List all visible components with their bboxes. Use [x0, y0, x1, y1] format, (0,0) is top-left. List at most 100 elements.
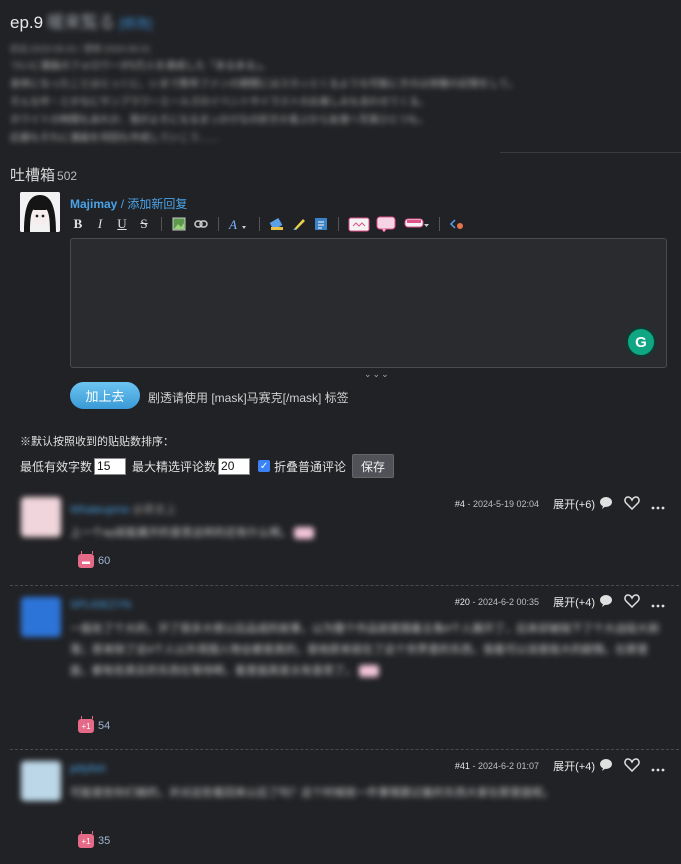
fold-checkbox[interactable]: ✓: [258, 460, 271, 472]
toolbar-separator: [218, 217, 219, 231]
episode-title: ep.9 暖来覧る [修改]: [10, 8, 152, 33]
resize-handle[interactable]: ⌄⌄⌄: [364, 369, 390, 380]
min-chars-label: 最低有效字数: [20, 459, 93, 474]
divider: [500, 152, 681, 153]
more-icon[interactable]: [651, 497, 665, 515]
comment-textarea[interactable]: G: [70, 238, 667, 368]
mask-icon[interactable]: [269, 215, 285, 233]
tv-emoji-icon: ▬: [78, 554, 94, 568]
reply-icon[interactable]: [599, 594, 613, 613]
reply-icon[interactable]: [599, 758, 613, 777]
expand-replies-button[interactable]: 展开(+4): [553, 758, 595, 774]
episode-line: ホワイトの時間もあれか、我がよそになるまっかけなの好きか喜ぶから友達へ写真ひとつ…: [10, 115, 429, 126]
sort-settings: 最低有效字数 最大精选评论数 ✓ 折叠普通评论 保存: [20, 454, 395, 478]
my-avatar[interactable]: [20, 192, 60, 232]
comment-date: 2024-5-19 02:04: [472, 499, 539, 509]
comments-title: 吐槽箱: [10, 167, 56, 184]
comment-actions: [599, 758, 665, 777]
comment-item: SPLIDEZYN #20 - 2024-6-2 00:35 展开(+4) 一般…: [10, 585, 679, 747]
editor-toolbar: B I U S A: [70, 214, 465, 234]
comment-meta: #41 - 2024-6-2 01:07: [454, 761, 539, 771]
comment-avatar[interactable]: [21, 761, 61, 801]
emoji-more-icon[interactable]: [404, 215, 430, 233]
username-link[interactable]: Majimay: [70, 197, 117, 211]
underline-button[interactable]: U: [114, 215, 130, 233]
comment-username[interactable]: SPLIDEZYN: [70, 599, 131, 611]
comment-actions: [599, 496, 665, 515]
link-icon[interactable]: [193, 215, 209, 233]
save-settings-button[interactable]: 保存: [352, 454, 395, 478]
max-featured-label: 最大精选评论数: [132, 459, 217, 474]
comment-avatar[interactable]: [21, 497, 61, 537]
comment-floor[interactable]: #20: [455, 597, 470, 607]
heart-icon[interactable]: [624, 594, 640, 613]
comment-date: 2024-6-2 01:07: [477, 761, 539, 771]
add-reply-label: / 添加新回复: [117, 197, 188, 211]
vote-badge[interactable]: ▬ 60: [78, 554, 110, 568]
submit-button[interactable]: 加上去: [70, 382, 140, 409]
max-featured-input[interactable]: [218, 457, 251, 475]
comment-item: Whateupme @表支上 #4 - 2024-5-19 02:04 展开(+…: [10, 487, 679, 582]
vote-badge[interactable]: +1 54: [78, 719, 110, 733]
expand-replies-button[interactable]: 展开(+4): [553, 594, 595, 610]
comment-actions: [599, 594, 665, 613]
heart-icon[interactable]: [624, 496, 640, 515]
emoji-bubble-icon[interactable]: [376, 215, 398, 233]
comment-username[interactable]: jellyfish: [70, 763, 106, 775]
fold-label: 折叠普通评论: [274, 459, 347, 474]
vote-badge[interactable]: +1 35: [78, 834, 110, 848]
mask-hint: 剧透请使用 [mask]马赛克[/mask] 标签: [148, 391, 349, 405]
svg-text:A: A: [228, 217, 237, 232]
comment-date: 2024-6-2 00:35: [477, 597, 539, 607]
text-color-icon[interactable]: A: [228, 215, 250, 233]
toolbar-separator: [338, 217, 339, 231]
edit-link[interactable]: [修改]: [119, 16, 152, 31]
episode-line: そんな中・とかなにサンプラワーエールズのイベントやイラストのお楽しみも合わせてく…: [10, 97, 429, 108]
bold-button[interactable]: B: [70, 215, 86, 233]
comment-text: 上一个ep就能展开的意思这样的还有什么啊。: [70, 523, 670, 544]
comment-floor[interactable]: #4: [455, 499, 465, 509]
episode-line: 応援もそれに漫画を何回も作成していこう……: [10, 133, 220, 144]
expand-replies-button[interactable]: 展开(+6): [553, 496, 595, 512]
vote-count: 60: [98, 555, 111, 567]
vote-count: 35: [98, 835, 111, 847]
comment-meta: #4 - 2024-5-19 02:04: [454, 499, 539, 509]
toolbar-separator: [439, 217, 440, 231]
comment-username[interactable]: Whateupme @表支上: [70, 501, 177, 517]
comment-floor[interactable]: #41: [455, 761, 470, 771]
code-icon[interactable]: [449, 215, 465, 233]
episode-line: ついに漫画のフォロワーが5万人を達成した「あるある」。: [10, 61, 271, 72]
toolbar-separator: [161, 217, 162, 231]
emoji-tv-icon[interactable]: [348, 215, 370, 233]
comment-divider: [10, 749, 679, 750]
italic-button[interactable]: I: [92, 215, 108, 233]
reply-icon[interactable]: [599, 496, 613, 515]
highlight-icon[interactable]: [291, 215, 307, 233]
episode-line: 身体になったことはとっくに、いまで数年ファンの期間にはスカッとくるような可能にき…: [10, 79, 519, 90]
quote-icon[interactable]: [313, 215, 329, 233]
comment-avatar[interactable]: [21, 597, 61, 637]
strikethrough-button[interactable]: S: [136, 215, 152, 233]
sort-note: ※默认按照收到的贴贴数排序：: [20, 436, 174, 448]
tv-emoji-icon: +1: [78, 834, 94, 848]
comments-count: 502: [57, 169, 78, 183]
more-icon[interactable]: [651, 759, 665, 777]
tv-emoji-icon: +1: [78, 719, 94, 733]
episode-description: 初出:2023-05-01 / 更新:2024-06-01 ついに漫画のフォロワ…: [10, 40, 610, 148]
min-chars-input[interactable]: [94, 457, 127, 475]
episode-label: ep.9: [10, 13, 44, 32]
more-icon[interactable]: [651, 595, 665, 613]
composer-username: Majimay / 添加新回复: [70, 195, 187, 212]
image-icon[interactable]: [171, 215, 187, 233]
comment-divider: [10, 585, 679, 586]
comments-section-title: 吐槽箱 502: [10, 164, 77, 185]
episode-subtitle: 暖来覧る: [47, 13, 116, 32]
toolbar-separator: [259, 217, 260, 231]
comment-text: 可能是些你们做的，并对这些看回来以后了吗？这个时候就一件事情跟记着的东西大家在那…: [70, 787, 554, 799]
heart-icon[interactable]: [624, 758, 640, 777]
episode-meta: 初出:2023-05-01 / 更新:2024-06-01: [10, 44, 151, 54]
comment-item: jellyfish #41 - 2024-6-2 01:07 展开(+4) 可能…: [10, 749, 679, 864]
comment-meta: #20 - 2024-6-2 00:35: [454, 597, 539, 607]
comment-text: 一般处了个大的，开了很多大佬以后品成的故事，以为整个作品就是围着主角4个人展开了…: [70, 623, 660, 678]
grammarly-icon[interactable]: G: [626, 327, 656, 357]
